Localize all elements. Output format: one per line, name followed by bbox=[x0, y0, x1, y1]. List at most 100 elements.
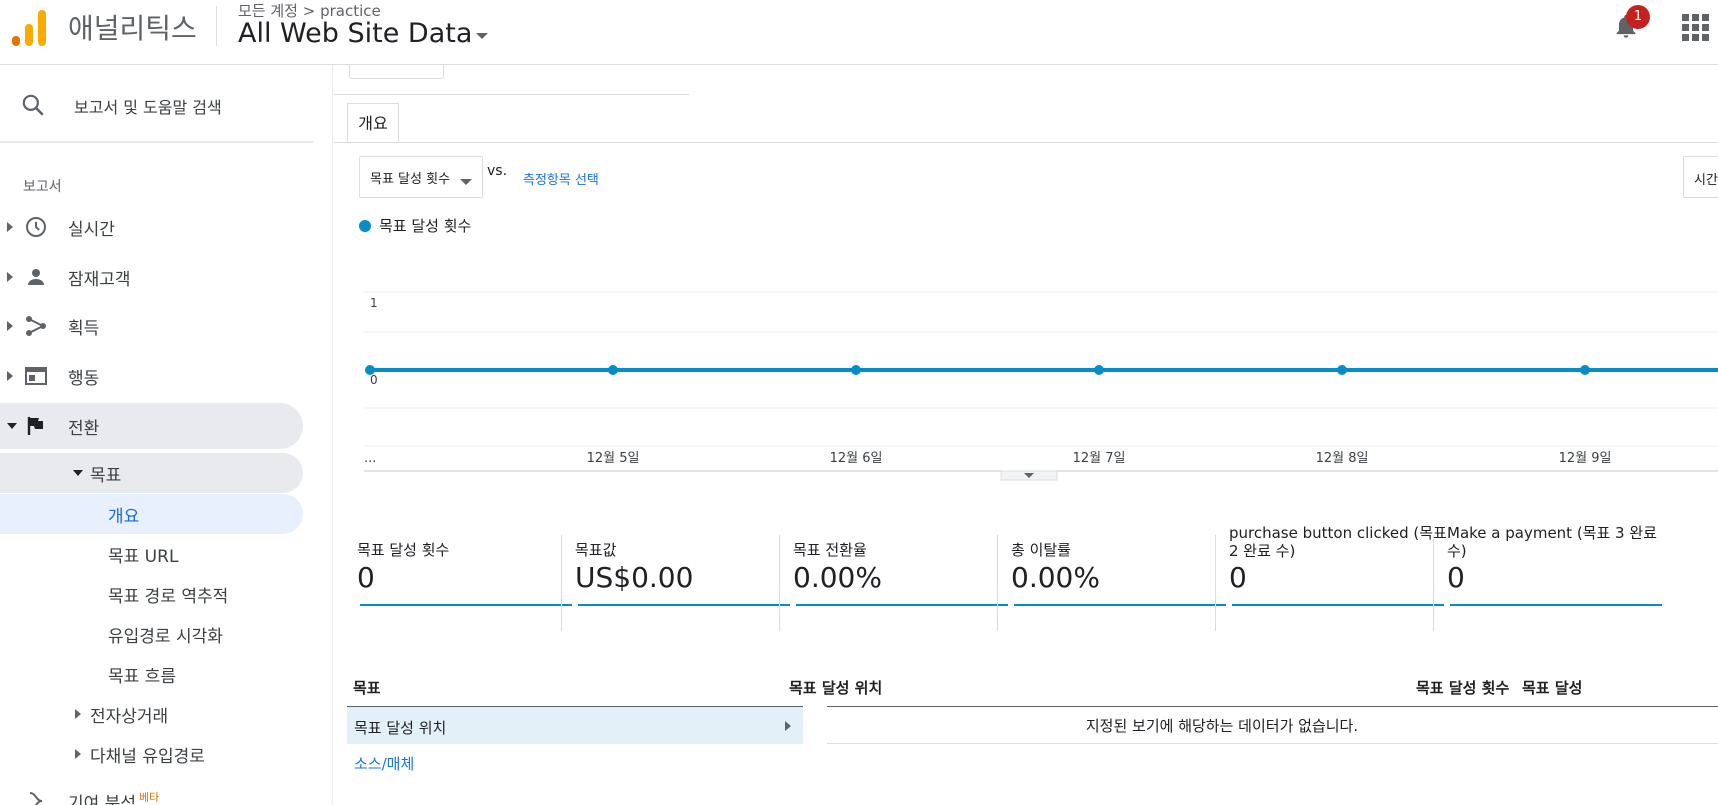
behavior-icon bbox=[25, 367, 47, 385]
source-medium-link[interactable]: 소스/매체 bbox=[354, 753, 414, 774]
divider bbox=[334, 94, 689, 95]
kpi-value: 0 bbox=[1447, 561, 1465, 594]
property-selector[interactable]: All Web Site Data bbox=[238, 18, 489, 49]
sidebar-search[interactable]: 보고서 및 도움말 검색 bbox=[0, 65, 313, 140]
sidebar-item-label: 전환 bbox=[68, 418, 100, 439]
beta-badge: 베타 bbox=[138, 790, 160, 804]
x-tick-label: 12월 9일 bbox=[1559, 451, 1612, 466]
sidebar-item-label: 목표 bbox=[90, 465, 122, 486]
notification-badge[interactable]: 1 bbox=[1626, 5, 1650, 29]
sidebar-item-label: 개요 bbox=[108, 506, 140, 527]
table-header-location[interactable]: 목표 달성 위치 bbox=[789, 677, 882, 698]
sidebar-item-label: 실시간 bbox=[68, 219, 115, 240]
sidebar-item-label: 행동 bbox=[68, 368, 100, 389]
search-label: 보고서 및 도움말 검색 bbox=[74, 98, 222, 117]
sidebar-item-behavior[interactable]: 행동 bbox=[0, 353, 303, 399]
caret-right-icon bbox=[7, 321, 13, 331]
kpi-tile[interactable]: 목표 전환율 0.00% bbox=[779, 505, 1013, 685]
sidebar-item-attribution[interactable]: 기여 분석 베타 bbox=[0, 778, 303, 805]
kpi-value: 0 bbox=[1229, 561, 1247, 594]
data-point bbox=[365, 365, 375, 375]
kpi-value: 0.00% bbox=[793, 561, 882, 594]
vs-label: vs. bbox=[487, 163, 508, 179]
sidebar-item-goals[interactable]: 목표 bbox=[0, 453, 303, 493]
choose-metric-link[interactable]: 측정항목 선택 bbox=[523, 169, 599, 188]
person-icon bbox=[28, 269, 44, 285]
goal-location-row[interactable]: 목표 달성 위치 bbox=[347, 706, 803, 744]
kpi-tile[interactable]: 총 이탈률 0.00% bbox=[997, 505, 1231, 685]
kpi-value: 0 bbox=[357, 561, 375, 594]
x-tick-label: 12월 5일 bbox=[587, 451, 640, 466]
caret-down-icon bbox=[7, 423, 17, 429]
sidebar-item-label: 목표 흐름 bbox=[108, 666, 176, 687]
metric-select-value: 목표 달성 횟수 bbox=[370, 171, 451, 187]
sidebar-item-goal-flow[interactable]: 목표 흐름 bbox=[0, 654, 303, 694]
time-button[interactable]: 시간 bbox=[1683, 156, 1718, 198]
sidebar-item-label: 전자상거래 bbox=[90, 706, 169, 727]
section-title: 보고서 bbox=[23, 179, 62, 195]
sidebar-item-label: 기여 분석 bbox=[68, 793, 136, 805]
data-point bbox=[608, 365, 618, 375]
tab-overview[interactable]: 개요 bbox=[347, 103, 399, 142]
goal-location-label: 목표 달성 위치 bbox=[354, 719, 447, 737]
sidebar: 보고서 및 도움말 검색 보고서 실시간 잠재고객 획득 행동 전환 목표 개요… bbox=[0, 65, 333, 805]
data-point bbox=[1094, 365, 1104, 375]
kpi-sparkline bbox=[1014, 604, 1226, 606]
kpi-tile[interactable]: purchase button clicked (목표 2 완료 수) 0 bbox=[1215, 505, 1449, 685]
sidebar-item-conversions[interactable]: 전환 bbox=[0, 403, 303, 449]
line-chart[interactable]: 1 0... 12월 5일 12월 6일 12월 7일 12월 8일 12월 9일 bbox=[354, 225, 1718, 525]
sidebar-item-reverse-goal-path[interactable]: 목표 경로 역추적 bbox=[0, 574, 303, 614]
table-header-completions[interactable]: 목표 달성 횟수 bbox=[1416, 677, 1509, 698]
divider bbox=[0, 141, 313, 143]
kpi-sparkline bbox=[360, 604, 572, 606]
sidebar-item-multichannel[interactable]: 다채널 유입경로 bbox=[0, 734, 303, 774]
sidebar-item-label: 다채널 유입경로 bbox=[90, 746, 205, 767]
sidebar-item-goals-overview[interactable]: 개요 bbox=[0, 494, 303, 534]
kpi-title: 총 이탈률 bbox=[1011, 541, 1071, 559]
sidebar-item-funnel[interactable]: 유입경로 시각화 bbox=[0, 614, 303, 654]
divider bbox=[827, 706, 1718, 707]
sidebar-item-audience[interactable]: 잠재고객 bbox=[0, 254, 303, 300]
data-point bbox=[1337, 365, 1347, 375]
divider bbox=[334, 142, 1718, 143]
table-header-goal: 목표 bbox=[353, 679, 381, 697]
caret-down-icon bbox=[476, 32, 489, 39]
kpi-sparkline bbox=[578, 604, 790, 606]
brand-name: 애널리틱스 bbox=[68, 12, 197, 45]
search-icon bbox=[22, 94, 44, 116]
sidebar-item-realtime[interactable]: 실시간 bbox=[0, 204, 303, 250]
kpi-divider bbox=[997, 535, 998, 631]
kpi-divider bbox=[779, 535, 780, 631]
clock-icon bbox=[26, 217, 46, 237]
attribution-icon bbox=[29, 792, 43, 805]
table-header-completions-2[interactable]: 목표 달성 bbox=[1522, 677, 1582, 698]
main-content: 개요 목표 달성 횟수 vs. 측정항목 선택 시간 목표 달성 횟수 1 0..… bbox=[334, 65, 1718, 805]
caret-right-icon bbox=[75, 749, 81, 759]
kpi-title: Make a payment (목표 3 완료 수) bbox=[1447, 524, 1657, 560]
kpi-value: US$0.00 bbox=[575, 561, 694, 594]
apps-grid-icon[interactable] bbox=[1682, 14, 1709, 41]
caret-right-icon bbox=[7, 371, 13, 381]
kpi-divider bbox=[1215, 535, 1216, 631]
partial-button[interactable] bbox=[349, 65, 444, 79]
sidebar-item-goal-urls[interactable]: 목표 URL bbox=[0, 534, 303, 574]
caret-right-icon bbox=[75, 709, 81, 719]
kpi-tile[interactable]: 목표값 US$0.00 bbox=[561, 505, 795, 685]
kpi-tile[interactable]: Make a payment (목표 3 완료 수) 0 bbox=[1433, 505, 1667, 685]
kpi-sparkline bbox=[1232, 604, 1444, 606]
sidebar-item-label: 유입경로 시각화 bbox=[108, 626, 223, 647]
kpi-tile[interactable]: 목표 달성 횟수 0 bbox=[357, 505, 577, 685]
metric-select[interactable]: 목표 달성 횟수 bbox=[359, 156, 483, 198]
kpi-title: 목표값 bbox=[575, 541, 617, 559]
kpi-divider bbox=[1433, 535, 1434, 631]
kpi-title: 목표 달성 횟수 bbox=[357, 541, 450, 559]
sidebar-item-label: 목표 URL bbox=[108, 546, 179, 567]
kpi-title: purchase button clicked (목표 2 완료 수) bbox=[1229, 524, 1447, 560]
analytics-logo-icon[interactable] bbox=[12, 8, 48, 46]
sidebar-item-ecommerce[interactable]: 전자상거래 bbox=[0, 694, 303, 734]
sidebar-item-label: 목표 경로 역추적 bbox=[108, 586, 229, 607]
sidebar-item-acquisition[interactable]: 획득 bbox=[0, 303, 303, 349]
y-tick-label: 0 bbox=[370, 373, 378, 387]
kpi-value: 0.00% bbox=[1011, 561, 1100, 594]
caret-right-icon bbox=[7, 272, 13, 282]
